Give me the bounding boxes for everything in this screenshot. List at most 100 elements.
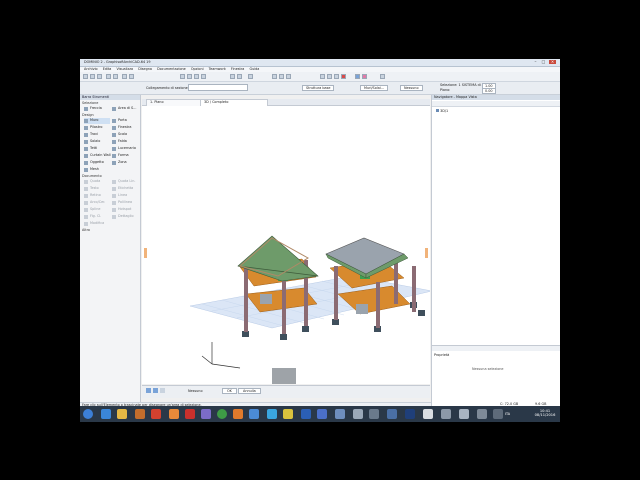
layer-value-dropdown[interactable]: Nessuno <box>400 85 423 91</box>
render-icon[interactable] <box>320 74 325 79</box>
new-icon[interactable] <box>83 74 88 79</box>
structure-dropdown[interactable]: Struttura base <box>302 85 335 91</box>
photo-icon[interactable] <box>353 409 363 419</box>
column <box>412 266 416 312</box>
zoom-out-icon[interactable] <box>153 388 158 393</box>
blue-tool-icon[interactable] <box>355 74 360 79</box>
viewport-bottom-bar: Nessuno OK Annulla <box>142 385 430 398</box>
tool-wall[interactable]: Muro <box>84 118 110 124</box>
calculator-icon[interactable] <box>201 409 211 419</box>
footing <box>302 326 309 332</box>
excel-icon[interactable] <box>405 409 415 419</box>
left-scroll-handle[interactable] <box>144 248 147 258</box>
autocad-icon[interactable] <box>151 409 161 419</box>
undo-icon[interactable] <box>106 74 111 79</box>
media-icon[interactable] <box>135 409 145 419</box>
menu-finestra[interactable]: Finestra <box>231 67 244 71</box>
measure-icon[interactable] <box>272 74 277 79</box>
layer-icon[interactable] <box>194 74 199 79</box>
sun-icon[interactable] <box>334 74 339 79</box>
floating-tile <box>272 368 296 384</box>
revit-icon[interactable] <box>423 409 433 419</box>
arrow-icon[interactable] <box>248 74 253 79</box>
menu-disegna[interactable]: Disegna <box>138 67 152 71</box>
chrome-icon[interactable] <box>217 409 227 419</box>
menu-guida[interactable]: Guida <box>249 67 259 71</box>
folder-icon[interactable] <box>117 409 127 419</box>
word-icon[interactable] <box>301 409 311 419</box>
navigator-tree-item[interactable]: 3D/1 <box>436 109 448 113</box>
pink-tool-icon[interactable] <box>362 74 367 79</box>
selection-info: Selezione: 1 SISTEMA di 48a <box>440 83 489 87</box>
maximize-button[interactable]: □ <box>540 60 547 64</box>
modify-icon <box>84 222 88 226</box>
note-icon[interactable] <box>283 409 293 419</box>
minimize-button[interactable]: – <box>532 60 539 64</box>
snap-icon[interactable] <box>187 74 192 79</box>
zoom-icon[interactable] <box>129 74 134 79</box>
column <box>244 266 248 332</box>
column-icon <box>84 126 88 130</box>
trim-icon[interactable] <box>279 74 284 79</box>
cancel-button[interactable]: Annulla <box>238 388 261 394</box>
magic-icon[interactable] <box>201 74 206 79</box>
save-icon[interactable] <box>97 74 102 79</box>
hotspot-icon <box>112 208 116 212</box>
screen-icon[interactable] <box>477 409 487 419</box>
roof-icon <box>84 147 88 151</box>
menu-opzioni[interactable]: Opzioni <box>191 67 204 71</box>
line-icon[interactable] <box>230 74 235 79</box>
windows-start-icon[interactable] <box>83 409 93 419</box>
menu-documentazione[interactable]: Documentazione <box>157 67 186 71</box>
ok-button[interactable]: OK <box>222 388 237 394</box>
column <box>376 282 380 328</box>
zoom-dropdown[interactable]: Nessuno <box>188 389 203 393</box>
menu-edita[interactable]: Edita <box>103 67 112 71</box>
acrobat-icon[interactable] <box>169 409 179 419</box>
settings-icon[interactable] <box>369 409 379 419</box>
tab-floor-plan[interactable]: 1. Piano <box>146 99 204 106</box>
arc-icon[interactable] <box>237 74 242 79</box>
close-button[interactable]: × <box>549 60 556 64</box>
archicad-window: DOMINIO 2 - GraphisoftArchiCAD-64 19 – □… <box>80 59 560 422</box>
viewport-tabs: 1. Piano 3D / Completo <box>142 99 430 106</box>
right-scroll-handle[interactable] <box>425 248 428 258</box>
camera-icon[interactable] <box>327 74 332 79</box>
language-indicator[interactable]: ITA <box>505 412 510 416</box>
grid-icon[interactable] <box>180 74 185 79</box>
more-header[interactable]: Altro <box>82 228 90 232</box>
skype-icon[interactable] <box>267 409 277 419</box>
snip-icon[interactable] <box>459 409 469 419</box>
open-icon[interactable] <box>90 74 95 79</box>
document-header: Documento <box>82 174 102 178</box>
paint-icon[interactable] <box>249 409 259 419</box>
column <box>334 266 338 320</box>
mesh-icon <box>84 168 88 172</box>
ie-icon[interactable] <box>101 409 111 419</box>
fit-window-icon[interactable] <box>160 388 165 393</box>
pin-icon[interactable] <box>493 409 503 419</box>
layer-dropdown[interactable]: Muri/Solai... <box>360 85 388 91</box>
menu-teamwork[interactable]: Teamwork <box>209 67 226 71</box>
redo-icon[interactable] <box>113 74 118 79</box>
split-icon[interactable] <box>286 74 291 79</box>
red-tool-icon[interactable] <box>341 74 346 79</box>
menu-archivio[interactable]: Archivio <box>84 67 98 71</box>
layout-icon[interactable] <box>380 74 385 79</box>
code-icon[interactable] <box>441 409 451 419</box>
offset-field[interactable]: 0.00 <box>482 88 496 94</box>
menu-visualizza[interactable]: Visualizza <box>116 67 133 71</box>
vlc-icon[interactable] <box>233 409 243 419</box>
3d-viewport[interactable] <box>142 106 433 384</box>
pdf-icon[interactable] <box>185 409 195 419</box>
arrow-tool-icon <box>84 107 88 111</box>
taskbar-clock[interactable]: 10:41 08/11/2016 <box>532 409 558 417</box>
zoom-in-icon[interactable] <box>146 388 151 393</box>
teams-icon[interactable] <box>335 409 345 419</box>
dropbox-icon[interactable] <box>317 409 327 419</box>
section-dropdown[interactable] <box>188 84 248 91</box>
tab-3d[interactable]: 3D / Completo <box>200 99 268 106</box>
archicad-icon[interactable] <box>387 409 397 419</box>
footing <box>418 310 425 316</box>
pencil-icon[interactable] <box>122 74 127 79</box>
